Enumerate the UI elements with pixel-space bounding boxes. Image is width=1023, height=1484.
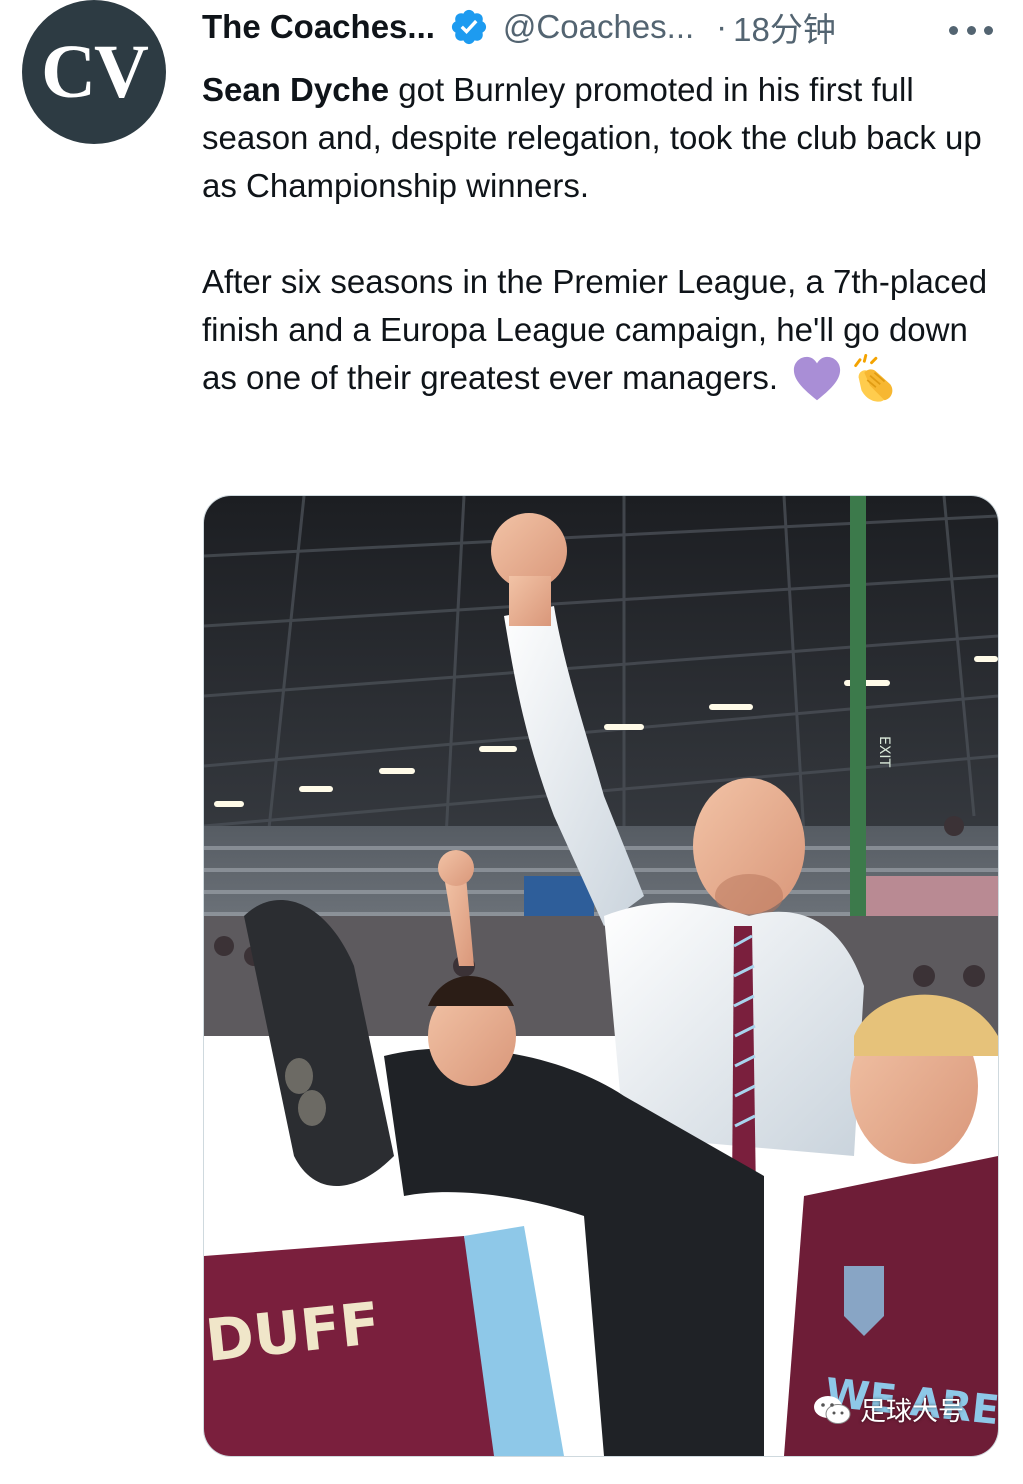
tweet-header: The Coaches... @Coaches... · 18分钟 — [202, 4, 1023, 50]
avatar-initials: CV — [41, 29, 149, 114]
more-options-icon[interactable] — [949, 24, 993, 36]
verified-badge-icon — [449, 7, 489, 47]
mention-name: Sean Dyche — [202, 71, 390, 108]
source-watermark: 足球大号 — [812, 1391, 964, 1428]
tweet-photo[interactable]: EXIT DUFF WE ARE 足球大号 — [203, 495, 999, 1457]
tweet-timestamp[interactable]: 18分钟 — [733, 3, 836, 51]
clapping-hands-icon — [847, 354, 899, 406]
exit-sign: EXIT — [876, 736, 892, 768]
author-display-name[interactable]: The Coaches... — [202, 8, 435, 46]
tweet-paragraph-2: After six seasons in the Premier League,… — [202, 258, 1002, 406]
watermark-text: 足球大号 — [859, 1397, 964, 1427]
separator-dot: · — [716, 8, 728, 45]
wechat-icon — [813, 1395, 851, 1424]
tweet-paragraph-1: Sean Dyche got Burnley promoted in his f… — [202, 66, 1002, 210]
tweet-text: Sean Dyche got Burnley promoted in his f… — [202, 66, 1002, 406]
author-avatar[interactable]: CV — [22, 0, 166, 144]
purple-heart-icon — [791, 354, 843, 406]
celebration-photo: EXIT DUFF WE ARE — [204, 496, 998, 1456]
author-handle[interactable]: @Coaches... — [503, 8, 694, 46]
